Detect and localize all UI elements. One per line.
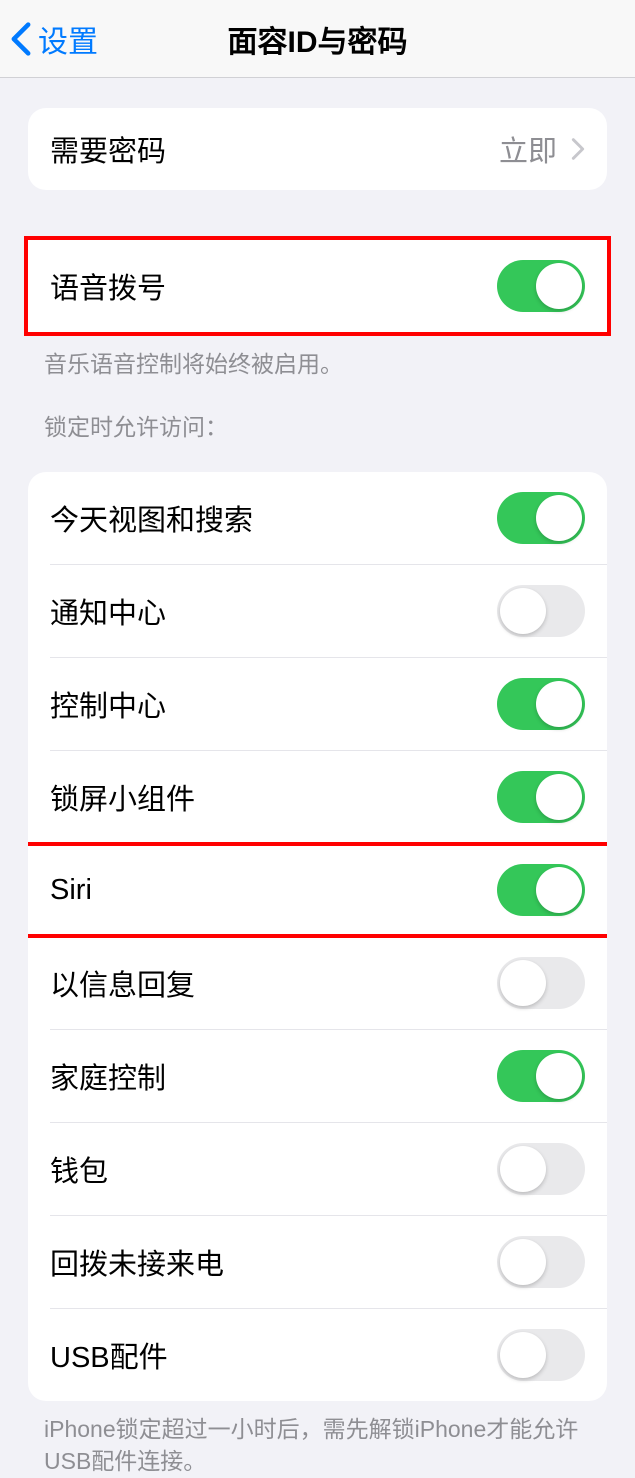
lock-access-toggle[interactable]	[497, 1236, 585, 1288]
voice-dial-toggle[interactable]	[497, 260, 585, 312]
lock-access-label: Siri	[50, 874, 92, 907]
voice-dial-row: 语音拨号	[28, 240, 607, 332]
voice-dial-label: 语音拨号	[50, 265, 166, 307]
lock-access-label: 今天视图和搜索	[50, 497, 253, 539]
lock-access-toggle[interactable]	[497, 771, 585, 823]
lock-access-header: 锁定时允许访问：	[0, 380, 635, 452]
back-button[interactable]: 设置	[0, 17, 98, 61]
lock-access-toggle[interactable]	[497, 1143, 585, 1195]
voice-dial-group: 语音拨号	[24, 236, 611, 336]
lock-access-toggle[interactable]	[497, 492, 585, 544]
lock-access-label: 控制中心	[50, 683, 166, 725]
lock-access-row: 今天视图和搜索	[28, 472, 607, 564]
passcode-group: 需要密码 立即	[28, 108, 607, 190]
voice-dial-footer: 音乐语音控制将始终被启用。	[0, 336, 635, 380]
require-passcode-label: 需要密码	[50, 128, 166, 170]
lock-access-label: 回拨未接来电	[50, 1241, 224, 1283]
lock-access-label: 以信息回复	[50, 962, 195, 1004]
chevron-left-icon	[10, 21, 32, 57]
lock-access-toggle[interactable]	[497, 585, 585, 637]
lock-access-toggle[interactable]	[497, 678, 585, 730]
lock-access-row: Siri	[50, 843, 607, 936]
lock-access-label: 锁屏小组件	[50, 776, 195, 818]
lock-access-label: 通知中心	[50, 590, 166, 632]
lock-access-label: USB配件	[50, 1334, 168, 1376]
lock-access-label: 家庭控制	[50, 1055, 166, 1097]
lock-access-row: 钱包	[50, 1122, 607, 1215]
lock-access-row: 通知中心	[50, 564, 607, 657]
lock-access-row: USB配件	[50, 1308, 607, 1401]
lock-access-footer: iPhone锁定超过一小时后，需先解锁iPhone才能允许USB配件连接。	[0, 1401, 635, 1477]
lock-access-group: 今天视图和搜索通知中心控制中心锁屏小组件 Siri 以信息回复家庭控制钱包回拨未接来…	[28, 472, 607, 1401]
lock-access-label: 钱包	[50, 1148, 108, 1190]
back-label: 设置	[38, 17, 98, 61]
chevron-right-icon	[571, 137, 585, 161]
lock-access-toggle[interactable]	[497, 957, 585, 1009]
lock-access-row: 家庭控制	[50, 1029, 607, 1122]
lock-access-toggle[interactable]	[497, 1050, 585, 1102]
require-passcode-value: 立即	[499, 128, 585, 170]
lock-access-toggle[interactable]	[497, 864, 585, 916]
lock-access-toggle[interactable]	[497, 1329, 585, 1381]
lock-access-row: 回拨未接来电	[50, 1215, 607, 1308]
lock-access-row: 以信息回复	[50, 936, 607, 1029]
lock-access-row: 锁屏小组件	[50, 750, 607, 843]
require-passcode-row[interactable]: 需要密码 立即	[28, 108, 607, 190]
navbar: 设置 面容ID与密码	[0, 0, 635, 78]
lock-access-row: 控制中心	[50, 657, 607, 750]
